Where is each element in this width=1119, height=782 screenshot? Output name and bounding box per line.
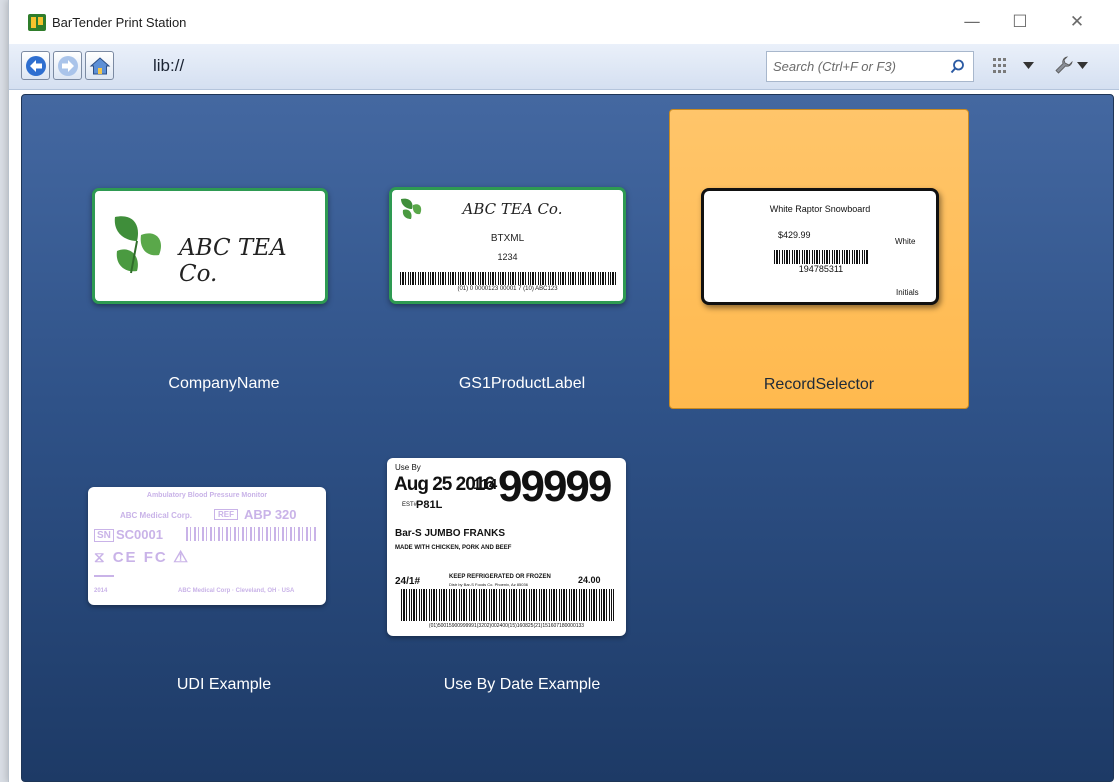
bartender-app-icon: [28, 14, 46, 31]
document-tile-udi-example[interactable]: Ambulatory Blood Pressure Monitor ABC Me…: [74, 448, 374, 748]
label-preview: ABC TEA Co. BTXML 1234 (01) 0 0000123 00…: [389, 187, 626, 304]
search-input[interactable]: [767, 52, 945, 81]
device-title: Ambulatory Blood Pressure Monitor: [146, 492, 268, 499]
gs1-barcode: [400, 272, 616, 285]
gs1-128-barcode: [401, 589, 614, 621]
brand-name: ABC TEA Co.: [179, 235, 287, 287]
home-icon: [89, 57, 111, 75]
tile-label: GS1ProductLabel: [458, 375, 586, 392]
device-serial: SC0001: [116, 527, 163, 542]
label-preview: White Raptor Snowboard $429.99 White 194…: [701, 188, 939, 305]
label-line-2: 1234: [497, 252, 518, 262]
product-barcode: [774, 250, 868, 264]
app-window: BarTender Print Station — ☐ ✕ lib:// Sea…: [8, 0, 1119, 782]
udi-barcode: [186, 527, 318, 541]
net-weight: 24.00: [578, 575, 601, 585]
barcode-text: (01) 0 0000123 00001 7 (10) ABC123: [457, 286, 558, 292]
distributor-line: Distr by Bar-S Foods Co. Phoenix, Az 850…: [449, 582, 528, 587]
view-grid-icon[interactable]: [992, 57, 1008, 75]
sn-symbol: SN: [94, 529, 114, 542]
manufacture-year: 2014: [94, 588, 108, 594]
tile-label: RecordSelector: [763, 376, 875, 393]
tea-leaf-logo: [114, 216, 161, 274]
label-line-1: BTXML: [490, 233, 525, 244]
use-by-caption: Use By: [395, 463, 421, 472]
maximize-button[interactable]: ☐: [1005, 9, 1035, 35]
brand-name: ABC TEA Co.: [462, 200, 563, 218]
estab-number: P81L: [416, 499, 443, 511]
forward-button[interactable]: [53, 51, 82, 80]
tile-label: CompanyName: [168, 375, 280, 392]
back-button[interactable]: [21, 51, 50, 80]
estab-caption: EST#: [402, 502, 418, 508]
device-maker: ABC Medical Corp.: [120, 511, 193, 520]
device-model: ABP 320: [244, 507, 297, 522]
minimize-button[interactable]: —: [957, 9, 987, 35]
label-preview: Ambulatory Blood Pressure Monitor ABC Me…: [88, 487, 326, 605]
storage-instructions: KEEP REFRIGERATED OR FROZEN: [449, 574, 551, 580]
document-tile-use-by-date-example[interactable]: Use By Aug 25 2016 114 99999 EST# P81L B…: [372, 448, 672, 748]
barcode-text: (01)50015900999991(3202)002400(15)160825…: [428, 623, 585, 629]
product-name: Bar-S JUMBO FRANKS: [395, 528, 506, 539]
tools-dropdown-chevron-icon[interactable]: [1077, 62, 1088, 69]
document-gallery: ABC TEA Co. CompanyName ABC TEA Co. BTXM…: [21, 94, 1114, 782]
document-tile-companyname[interactable]: ABC TEA Co. CompanyName: [74, 109, 374, 409]
regulatory-symbols: ⧖ CE FC ⚠: [94, 549, 190, 566]
search-icon[interactable]: [950, 59, 965, 74]
tile-label: Use By Date Example: [443, 676, 601, 693]
divider-line: [94, 575, 114, 577]
product-sku: 194785311: [798, 264, 844, 274]
library-path[interactable]: lib://: [153, 56, 184, 76]
manufacturer-address: ABC Medical Corp · Cleveland, OH · USA: [178, 588, 295, 594]
label-preview: ABC TEA Co.: [92, 188, 328, 304]
back-arrow-icon: [26, 56, 46, 76]
forward-arrow-icon: [58, 56, 78, 76]
pack-count: 24/1#: [395, 576, 421, 587]
tile-label: UDI Example: [176, 676, 272, 693]
product-color: White: [895, 237, 916, 246]
ingredients-line: MADE WITH CHICKEN, PORK AND BEEF: [395, 545, 512, 551]
ref-symbol: REF: [214, 509, 238, 520]
initials-field: Initials: [896, 288, 919, 297]
title-bar: BarTender Print Station — ☐ ✕: [9, 0, 1119, 44]
document-tile-recordselector[interactable]: White Raptor Snowboard $429.99 White 194…: [669, 109, 969, 409]
window-title: BarTender Print Station: [52, 15, 187, 30]
wrench-icon[interactable]: [1054, 55, 1074, 75]
document-tile-gs1productlabel[interactable]: ABC TEA Co. BTXML 1234 (01) 0 0000123 00…: [372, 109, 672, 409]
big-number: 99999: [498, 462, 612, 511]
label-preview: Use By Aug 25 2016 114 99999 EST# P81L B…: [387, 458, 626, 636]
search-box[interactable]: [766, 51, 974, 82]
product-price: $429.99: [778, 230, 811, 240]
toolbar: lib://: [9, 44, 1119, 90]
lot-code: 114: [473, 476, 498, 493]
product-name: White Raptor Snowboard: [769, 204, 871, 214]
home-button[interactable]: [85, 51, 114, 80]
view-dropdown-chevron-icon[interactable]: [1023, 62, 1034, 69]
close-button[interactable]: ✕: [1062, 9, 1092, 35]
